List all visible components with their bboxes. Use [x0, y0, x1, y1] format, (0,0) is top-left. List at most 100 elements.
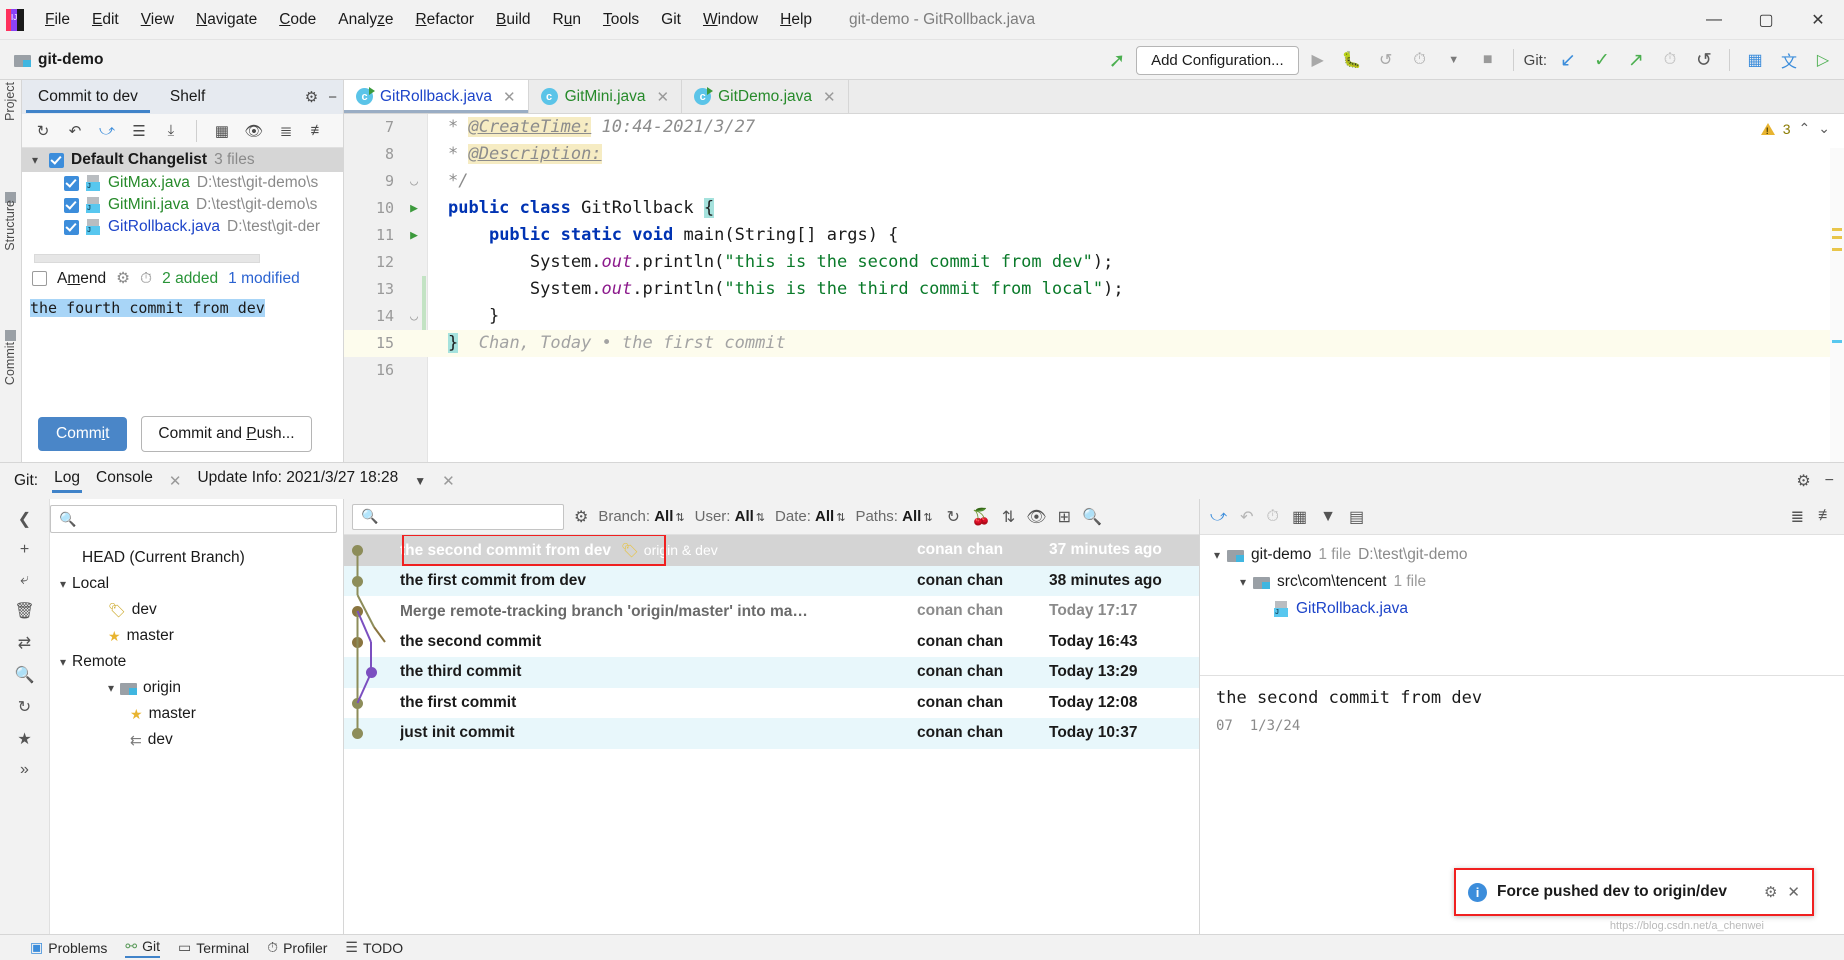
- gear-icon[interactable]: ⚙: [305, 88, 318, 106]
- menu-item-navigate[interactable]: Navigate: [185, 7, 268, 33]
- group-by-icon[interactable]: ▦: [209, 119, 235, 143]
- expand-all-icon[interactable]: ≣: [1791, 507, 1804, 527]
- gear-icon[interactable]: ⚙: [574, 507, 588, 527]
- menu-item-git[interactable]: Git: [650, 7, 692, 33]
- amend-checkbox[interactable]: [32, 271, 47, 286]
- build-icon[interactable]: ➚: [1102, 46, 1132, 74]
- history-icon[interactable]: ⏱: [140, 270, 152, 288]
- chevron-down-icon[interactable]: ▾: [1214, 548, 1220, 562]
- list-item[interactable]: GitRollback.java D:\test\git-der: [22, 216, 343, 238]
- add-icon[interactable]: +: [20, 541, 29, 559]
- sidebar-item-structure[interactable]: Structure: [3, 200, 17, 251]
- menu-item-refactor[interactable]: Refactor: [404, 7, 485, 33]
- tree-item-head[interactable]: HEAD (Current Branch): [50, 545, 343, 571]
- minimize-icon[interactable]: −: [1825, 472, 1834, 490]
- filter-icon[interactable]: ▼: [1320, 508, 1336, 526]
- add-configuration-button[interactable]: Add Configuration...: [1136, 45, 1299, 75]
- maximize-button[interactable]: ▢: [1740, 0, 1792, 40]
- rollback-icon[interactable]: ↶: [1240, 507, 1253, 527]
- table-row[interactable]: the third commit conan chan Today 13:29: [344, 657, 1199, 688]
- chevron-down-icon[interactable]: ▾: [60, 577, 66, 591]
- gear-icon[interactable]: ⚙: [1764, 883, 1777, 901]
- commit-log-table[interactable]: the second commit from dev 🏷 origin & dev …: [344, 535, 1199, 934]
- push-icon[interactable]: ↗: [1621, 46, 1651, 74]
- fold-icon[interactable]: ◡: [400, 303, 428, 330]
- minimize-button[interactable]: —: [1688, 0, 1740, 40]
- chevron-down-icon[interactable]: ▾: [1240, 575, 1246, 589]
- tree-item-local[interactable]: ▾ Local: [50, 571, 343, 597]
- close-console-icon[interactable]: ✕: [169, 472, 182, 490]
- gear-icon[interactable]: ⚙: [1796, 471, 1810, 491]
- menu-item-build[interactable]: Build: [485, 7, 541, 33]
- close-icon[interactable]: ✕: [823, 88, 836, 106]
- list-item[interactable]: GitMax.java D:\test\git-demo\s: [22, 172, 343, 194]
- menu-item-run[interactable]: Run: [542, 7, 592, 33]
- dropdown-icon[interactable]: ▼: [1439, 46, 1469, 74]
- prev-problem-icon[interactable]: ⌃: [1799, 120, 1811, 137]
- tree-item-file[interactable]: GitRollback.java: [1200, 595, 1844, 622]
- debug-icon[interactable]: 🐛: [1337, 46, 1367, 74]
- profile-icon[interactable]: ⏱: [1405, 46, 1435, 74]
- preview-icon[interactable]: 👁: [241, 119, 267, 143]
- delete-icon[interactable]: 🗑: [14, 601, 34, 621]
- menu-item-file[interactable]: File: [34, 7, 81, 33]
- close-button[interactable]: ✕: [1792, 0, 1844, 40]
- collapse-all-icon[interactable]: ≢: [1818, 507, 1834, 527]
- refresh-icon[interactable]: ↻: [30, 119, 56, 143]
- layout-icon[interactable]: ▤: [1349, 507, 1364, 527]
- status-item-profiler[interactable]: ⏱ Profiler: [267, 939, 327, 956]
- rollback-icon[interactable]: ↺: [1689, 46, 1719, 74]
- table-row[interactable]: the first commit from dev conan chan 38 …: [344, 565, 1199, 596]
- tree-item-origin-master[interactable]: ★ master: [50, 701, 343, 727]
- close-icon[interactable]: ✕: [657, 88, 670, 106]
- table-row[interactable]: the second commit conan chan Today 16:43: [344, 627, 1199, 658]
- favorite-icon[interactable]: ★: [17, 729, 31, 749]
- menu-item-tools[interactable]: Tools: [592, 7, 650, 33]
- tab-gitrollback-java[interactable]: c GitRollback.java ✕: [344, 80, 529, 113]
- filter-date[interactable]: Date: All ⇅: [775, 508, 845, 525]
- tree-item-local-dev[interactable]: 🏷 dev: [50, 597, 343, 623]
- run-icon[interactable]: ▶: [1303, 46, 1333, 74]
- tree-item-project[interactable]: ▾ git-demo 1 file D:\test\git-demo: [1200, 541, 1844, 568]
- tree-item-local-master[interactable]: ★ master: [50, 623, 343, 649]
- log-search-input[interactable]: 🔍: [352, 503, 564, 530]
- fold-icon[interactable]: ◡: [400, 168, 428, 195]
- update-icon[interactable]: ⤓: [158, 119, 184, 143]
- expand-all-icon[interactable]: ≣: [273, 119, 299, 143]
- commit-and-push-button[interactable]: Commit and Push...: [141, 416, 312, 452]
- diff-icon[interactable]: ⤻: [1210, 508, 1227, 526]
- tree-item-package[interactable]: ▾ src\com\tencent 1 file: [1200, 568, 1844, 595]
- filter-user[interactable]: User: All ⇅: [695, 508, 765, 525]
- menu-item-view[interactable]: View: [130, 7, 185, 33]
- sort-icon[interactable]: ⇅: [1002, 507, 1015, 527]
- table-row[interactable]: Merge remote-tracking branch 'origin/mas…: [344, 596, 1199, 627]
- history-icon[interactable]: ⏱: [1655, 46, 1685, 74]
- tree-item-remote[interactable]: ▾ Remote: [50, 649, 343, 675]
- file-checkbox[interactable]: [64, 197, 79, 213]
- compare-icon[interactable]: ⇄: [18, 633, 31, 653]
- project-chip[interactable]: git-demo: [0, 51, 103, 69]
- file-checkbox[interactable]: [64, 175, 79, 191]
- preview-icon[interactable]: 👁: [1026, 507, 1046, 527]
- group-by-icon[interactable]: ▦: [1292, 507, 1307, 527]
- close-icon[interactable]: ✕: [503, 88, 516, 106]
- tab-console[interactable]: Console: [96, 469, 153, 493]
- more-icon[interactable]: »: [20, 761, 29, 779]
- chevron-down-icon[interactable]: ▼: [414, 474, 426, 488]
- menu-item-code[interactable]: Code: [268, 7, 327, 33]
- table-row[interactable]: just init commit conan chan Today 10:37: [344, 718, 1199, 749]
- status-item-problems[interactable]: ▣ Problems: [30, 939, 107, 956]
- status-item-git[interactable]: ⚯ Git: [125, 938, 160, 958]
- new-branch-icon[interactable]: ⊞: [1058, 507, 1071, 527]
- sidebar-item-project[interactable]: Project: [3, 82, 17, 121]
- horizontal-scrollbar[interactable]: [34, 254, 260, 263]
- stop-icon[interactable]: ■: [1473, 46, 1503, 74]
- run-with-coverage-icon[interactable]: ↺: [1371, 46, 1401, 74]
- changelist-checkbox[interactable]: [49, 152, 64, 168]
- menu-item-window[interactable]: Window: [692, 7, 769, 33]
- minimize-icon[interactable]: −: [328, 89, 337, 106]
- cherry-pick-icon[interactable]: 🍒: [971, 507, 991, 527]
- tab-commit-to-dev[interactable]: Commit to dev: [22, 82, 154, 113]
- search-icon[interactable]: 🔍: [15, 665, 35, 685]
- chevron-down-icon[interactable]: ▾: [60, 655, 66, 669]
